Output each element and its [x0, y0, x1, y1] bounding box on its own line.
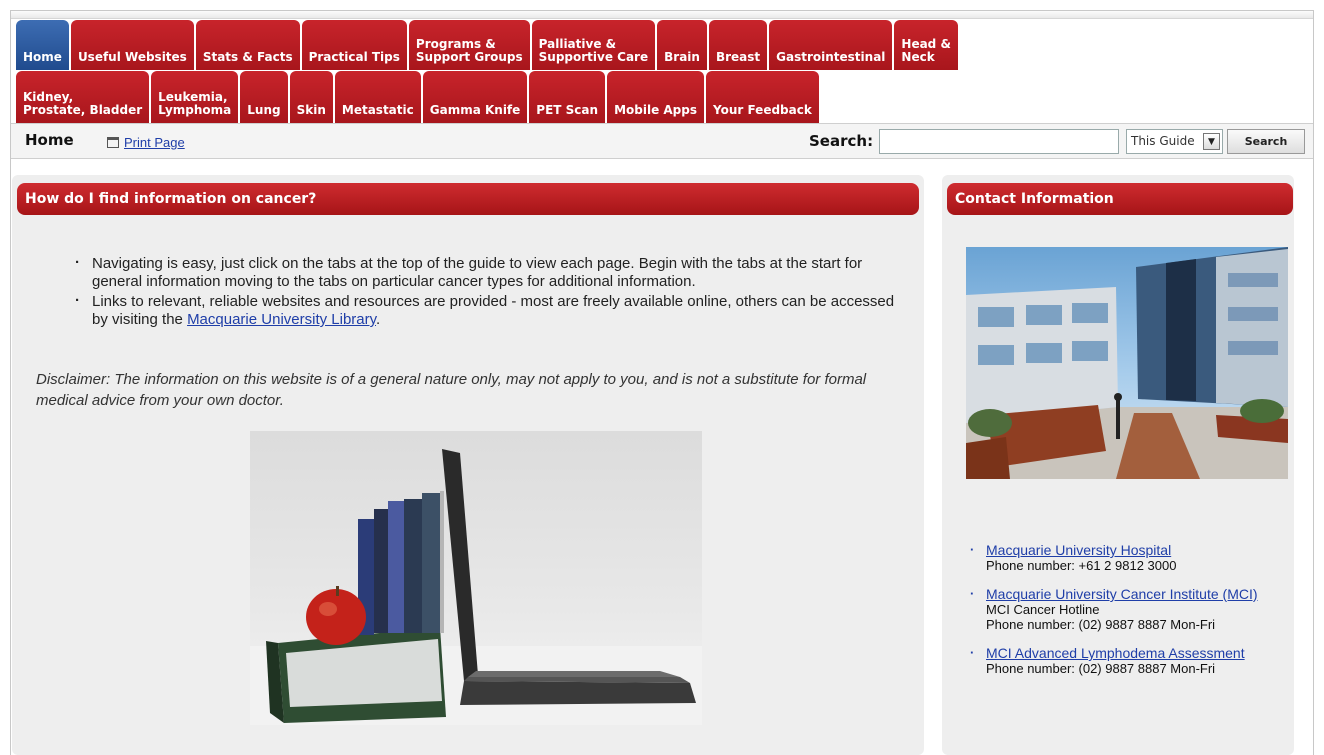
list-item: Links to relevant, reliable websites and… — [72, 292, 912, 329]
tab-skin[interactable]: Skin — [289, 71, 333, 123]
tab-breast[interactable]: Breast — [708, 20, 768, 70]
contact-link-hospital[interactable]: Macquarie University Hospital — [986, 543, 1288, 558]
library-link[interactable]: Macquarie University Library — [187, 311, 376, 328]
tab-home[interactable]: Home — [16, 20, 69, 70]
contact-link-cancer-institute[interactable]: Macquarie University Cancer Institute (M… — [986, 587, 1288, 602]
tab-kidney-prostate-bladder[interactable]: Kidney, Prostate, Bladder — [16, 71, 150, 123]
list-item-text: Navigating is easy, just click on the ta… — [92, 255, 863, 290]
tab-your-feedback[interactable]: Your Feedback — [706, 71, 819, 123]
tab-row-2: Kidney, Prostate, Bladder Leukemia, Lymp… — [16, 71, 819, 123]
tab-useful-websites[interactable]: Useful Websites — [70, 20, 194, 70]
hospital-building-photo — [966, 247, 1288, 479]
contact-phone: Phone number: +61 2 9812 3000 — [986, 558, 1177, 573]
list-item-end: . — [376, 311, 381, 328]
tab-stats-facts[interactable]: Stats & Facts — [195, 20, 300, 70]
list-item: Macquarie University Cancer Institute (M… — [968, 586, 1288, 632]
tab-brain[interactable]: Brain — [657, 20, 707, 70]
search-label: Search: — [809, 132, 874, 150]
search-button[interactable]: Search — [1227, 129, 1305, 154]
tab-programs-support-groups[interactable]: Programs & Support Groups — [408, 20, 530, 70]
tab-leukemia-lymphoma[interactable]: Leukemia, Lymphoma — [151, 71, 239, 123]
contact-panel-heading: Contact Information — [947, 183, 1293, 215]
tab-metastatic[interactable]: Metastatic — [334, 71, 421, 123]
main-panel: How do I find information on cancer? Nav… — [12, 175, 924, 755]
contact-phone: Phone number: (02) 9887 8887 Mon-Fri — [986, 661, 1216, 676]
tab-mobile-apps[interactable]: Mobile Apps — [607, 71, 704, 123]
search-scope-select[interactable]: This Guide ▼ — [1126, 129, 1223, 154]
search-input[interactable] — [879, 129, 1119, 154]
tab-gastrointestinal[interactable]: Gastrointestinal — [769, 20, 893, 70]
breadcrumb-bar: Home Print Page Search: This Guide ▼ Sea… — [11, 123, 1313, 159]
contact-panel: Contact Information · Macquarie Universi… — [942, 175, 1294, 755]
top-strip — [11, 11, 1313, 19]
tab-palliative-supportive-care[interactable]: Palliative & Supportive Care — [531, 20, 656, 70]
contact-phone: Phone number: (02) 9887 8887 Mon-Fri — [986, 617, 1216, 632]
chevron-down-icon[interactable]: ▼ — [1203, 133, 1220, 150]
hospital-building-illustration — [966, 247, 1288, 479]
tab-gamma-knife[interactable]: Gamma Knife — [422, 71, 528, 123]
contact-list: Macquarie University Hospital Phone numb… — [968, 542, 1288, 690]
disclaimer-text: Disclaimer: The information on this webs… — [36, 371, 867, 409]
tab-pet-scan[interactable]: PET Scan — [529, 71, 606, 123]
list-item: Macquarie University Hospital Phone numb… — [968, 542, 1288, 573]
print-page-label: Print Page — [124, 135, 185, 150]
laptop-books-photo — [250, 431, 702, 725]
breadcrumb-current: Home — [25, 131, 74, 149]
intro-list: Navigating is easy, just click on the ta… — [72, 254, 912, 331]
contact-link-lymphodema[interactable]: MCI Advanced Lymphodema Assessment — [986, 646, 1288, 661]
tab-head-neck[interactable]: Head & Neck — [894, 20, 958, 70]
tab-lung[interactable]: Lung — [240, 71, 288, 123]
printer-icon — [107, 137, 119, 148]
tab-practical-tips[interactable]: Practical Tips — [301, 20, 407, 70]
list-item: Navigating is easy, just click on the ta… — [72, 254, 912, 291]
laptop-books-illustration — [250, 449, 702, 725]
search-scope-value: This Guide — [1131, 134, 1195, 148]
contact-hotline-label: MCI Cancer Hotline — [986, 602, 1100, 617]
print-page-link[interactable]: Print Page — [107, 135, 185, 150]
main-panel-heading: How do I find information on cancer? — [17, 183, 919, 215]
list-item: MCI Advanced Lymphodema Assessment Phone… — [968, 645, 1288, 676]
tab-row-1: Home Useful Websites Stats & Facts Pract… — [16, 20, 958, 70]
